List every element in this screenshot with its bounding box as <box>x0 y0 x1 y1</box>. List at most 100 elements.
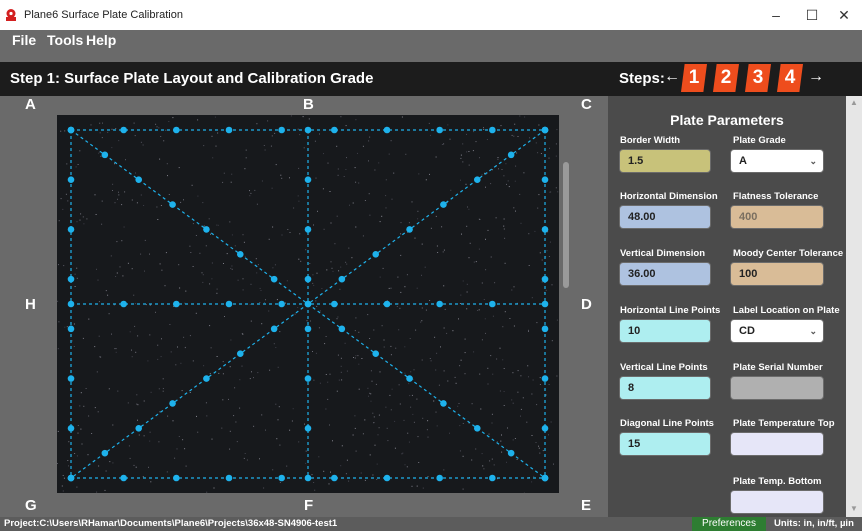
measurement-point[interactable] <box>507 449 515 457</box>
plate-resize-handle[interactable] <box>563 162 569 288</box>
measurement-point[interactable] <box>331 300 338 308</box>
measurement-point[interactable] <box>67 275 75 283</box>
measurement-point[interactable] <box>67 226 75 233</box>
measurement-point[interactable] <box>120 474 127 482</box>
measurement-point[interactable] <box>225 474 233 482</box>
measurement-point[interactable] <box>236 250 244 258</box>
next-step-arrow[interactable]: → <box>808 68 824 86</box>
measurement-point[interactable] <box>203 226 210 233</box>
measurement-point[interactable] <box>135 424 143 432</box>
measurement-point[interactable] <box>372 350 380 358</box>
measurement-point[interactable] <box>169 201 176 208</box>
scroll-up-icon[interactable]: ▲ <box>850 98 858 107</box>
measurement-point[interactable] <box>541 126 549 134</box>
measurement-point[interactable] <box>173 126 180 134</box>
measurement-point[interactable] <box>406 375 413 382</box>
measurement-point[interactable] <box>541 300 549 308</box>
measurement-point[interactable] <box>541 424 549 432</box>
measurement-point[interactable] <box>338 325 346 333</box>
measurement-point[interactable] <box>67 300 75 308</box>
moody-center-tolerance-input[interactable]: 100 <box>730 262 824 286</box>
measurement-point[interactable] <box>278 300 285 308</box>
step-1-button[interactable]: 1 <box>681 64 707 92</box>
measurement-point[interactable] <box>383 474 391 482</box>
measurement-point[interactable] <box>304 325 312 333</box>
measurement-point[interactable] <box>225 300 233 308</box>
measurement-point[interactable] <box>304 474 312 482</box>
measurement-point[interactable] <box>304 176 312 184</box>
measurement-point[interactable] <box>541 226 549 233</box>
measurement-point[interactable] <box>541 474 549 482</box>
plate-serial-number-input[interactable] <box>730 376 824 400</box>
scroll-down-icon[interactable]: ▼ <box>850 504 858 513</box>
measurement-point[interactable] <box>67 176 75 184</box>
measurement-point[interactable] <box>304 226 312 233</box>
measurement-point[interactable] <box>440 400 447 407</box>
measurement-point[interactable] <box>541 325 549 333</box>
measurement-point[interactable] <box>67 375 75 382</box>
close-icon[interactable]: ✕ <box>828 5 860 25</box>
preferences-button[interactable]: Preferences <box>692 517 766 531</box>
measurement-point[interactable] <box>304 275 312 283</box>
vertical-dimension-input[interactable]: 36.00 <box>619 262 711 286</box>
measurement-point[interactable] <box>436 474 443 482</box>
measurement-point[interactable] <box>304 126 312 134</box>
measurement-point[interactable] <box>436 126 443 134</box>
menu-help[interactable]: Help <box>86 32 116 48</box>
vertical-line-points-input[interactable]: 8 <box>619 376 711 400</box>
panel-scrollbar[interactable]: ▲ ▼ <box>846 96 862 517</box>
measurement-point[interactable] <box>541 176 549 184</box>
measurement-point[interactable] <box>67 325 75 333</box>
measurement-point[interactable] <box>383 126 391 134</box>
measurement-point[interactable] <box>173 300 180 308</box>
measurement-point[interactable] <box>101 151 109 159</box>
horizontal-line-points-input[interactable]: 10 <box>619 319 711 343</box>
measurement-point[interactable] <box>372 250 380 258</box>
measurement-point[interactable] <box>270 325 278 333</box>
measurement-point[interactable] <box>67 474 75 482</box>
measurement-point[interactable] <box>473 424 481 432</box>
measurement-point[interactable] <box>101 449 109 457</box>
measurement-point[interactable] <box>67 126 75 134</box>
menu-file[interactable]: File <box>12 32 36 48</box>
measurement-point[interactable] <box>278 126 285 134</box>
horizontal-dimension-input[interactable]: 48.00 <box>619 205 711 229</box>
flatness-tolerance-input[interactable]: 400 <box>730 205 824 229</box>
step-4-button[interactable]: 4 <box>777 64 803 92</box>
plate-temperature-top-input[interactable] <box>730 432 824 456</box>
measurement-point[interactable] <box>304 375 312 382</box>
menu-tools[interactable]: Tools <box>47 32 83 48</box>
measurement-point[interactable] <box>120 126 127 134</box>
measurement-point[interactable] <box>489 474 496 482</box>
measurement-point[interactable] <box>331 126 338 134</box>
measurement-point[interactable] <box>440 201 447 208</box>
measurement-point[interactable] <box>436 300 443 308</box>
maximize-icon[interactable]: ☐ <box>796 5 828 25</box>
measurement-point[interactable] <box>507 151 515 159</box>
prev-step-arrow[interactable]: ← <box>664 68 680 86</box>
measurement-point[interactable] <box>278 474 285 482</box>
border-width-input[interactable]: 1.5 <box>619 149 711 173</box>
measurement-point[interactable] <box>331 474 338 482</box>
measurement-point[interactable] <box>541 375 549 382</box>
measurement-point[interactable] <box>489 300 496 308</box>
measurement-point[interactable] <box>304 300 312 308</box>
measurement-point[interactable] <box>406 226 413 233</box>
measurement-point[interactable] <box>203 375 210 382</box>
measurement-point[interactable] <box>383 300 391 308</box>
measurement-point[interactable] <box>473 176 481 184</box>
step-3-button[interactable]: 3 <box>745 64 771 92</box>
measurement-point[interactable] <box>120 300 127 308</box>
measurement-point[interactable] <box>67 424 75 432</box>
measurement-point[interactable] <box>173 474 180 482</box>
step-2-button[interactable]: 2 <box>713 64 739 92</box>
measurement-point[interactable] <box>489 126 496 134</box>
measurement-point[interactable] <box>225 126 233 134</box>
measurement-point[interactable] <box>304 424 312 432</box>
measurement-point[interactable] <box>270 275 278 283</box>
plate-temp-bottom-input[interactable] <box>730 490 824 514</box>
measurement-point[interactable] <box>169 400 176 407</box>
label-location-select[interactable]: CD ⌄ <box>730 319 824 343</box>
diagonal-line-points-input[interactable]: 15 <box>619 432 711 456</box>
plate-grade-select[interactable]: A ⌄ <box>730 149 824 173</box>
